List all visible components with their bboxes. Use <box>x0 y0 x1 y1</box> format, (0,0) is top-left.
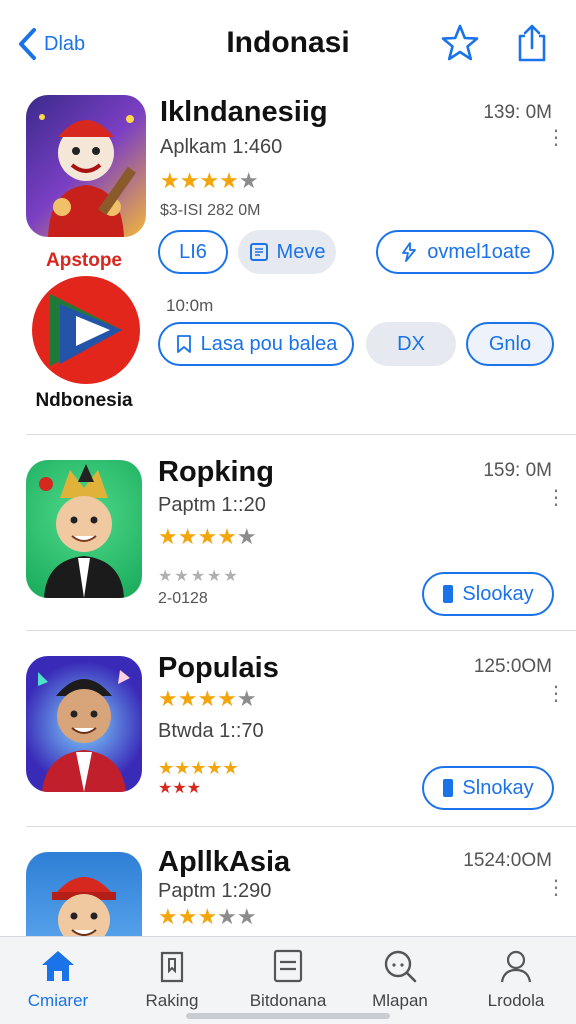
view-button-label: Meve <box>276 240 326 263</box>
brand-top-label: Apstope <box>46 250 122 271</box>
lasa-button-label: Lasa pou balea <box>200 332 338 355</box>
dx-button[interactable]: DX <box>366 322 456 366</box>
app-subtitle: Btwda 1::70 <box>158 720 264 742</box>
featured-app-row[interactable]: Apstope Ndbonesia Iklndanesiig 139: 0M ⋮… <box>0 90 576 436</box>
view-button[interactable]: Meve <box>238 230 336 274</box>
firefighter-character-icon <box>52 877 116 936</box>
app-icon[interactable] <box>26 656 142 792</box>
tab-label: Raking <box>145 991 199 1010</box>
app-icon[interactable] <box>26 95 146 237</box>
bookmark-icon <box>176 335 191 353</box>
secondary-rating-stars: ★★★★★ <box>158 758 239 778</box>
dx-button-label: DX <box>397 332 425 355</box>
star-icon[interactable] <box>440 22 480 64</box>
app-icon[interactable] <box>26 460 142 598</box>
empty-rating-stars: ★★★★★ <box>158 568 240 585</box>
app-row[interactable]: ApllkAsia 1524:0OM ⋮ Paptm 1:290 ★★★★★ <box>0 836 576 936</box>
tertiary-rating-stars: ★★★ <box>158 780 202 797</box>
app-name: ApllkAsia <box>158 846 291 878</box>
tab-label: Cmiarer <box>27 991 89 1010</box>
navigation-header: Dlab Indonasi <box>0 0 576 90</box>
get-button[interactable]: Slookay <box>422 572 554 616</box>
phone-icon <box>443 585 454 603</box>
divider <box>26 630 576 631</box>
king-character-icon <box>39 464 124 598</box>
lightning-icon <box>402 242 417 262</box>
divider <box>26 434 576 435</box>
more-options-icon[interactable]: ⋮ <box>546 878 566 898</box>
rating-stars: ★★★★★ <box>160 168 259 193</box>
get-button-label: Slnokay <box>462 776 534 799</box>
more-options-icon[interactable]: ⋮ <box>546 488 566 508</box>
brand-promo[interactable]: Apstope Ndbonesia <box>24 246 144 414</box>
home-icon <box>42 951 74 981</box>
more-options-icon[interactable]: ⋮ <box>546 684 566 704</box>
tab-label: Bitdonana <box>249 991 327 1010</box>
home-indicator <box>186 1013 390 1019</box>
app-row[interactable]: Ropking 159: 0M ⋮ Paptm 1::20 ★★★★★ ★★★★… <box>0 446 576 632</box>
tab-label: Lrodola <box>487 991 545 1010</box>
divider <box>26 826 576 827</box>
get-button-label: Slookay <box>462 582 534 605</box>
man-character-icon <box>38 670 130 792</box>
app-subtitle: Paptm 1:290 <box>158 880 272 902</box>
download-button[interactable]: ovmel1oate <box>376 230 554 274</box>
share-icon[interactable] <box>512 22 552 64</box>
version-pill-label: LI6 <box>179 240 207 263</box>
app-name: Ropking <box>158 456 274 488</box>
version-pill[interactable]: LI6 <box>158 230 228 274</box>
page-title: Indonasi <box>226 26 350 59</box>
tab-search[interactable]: Mlapan <box>350 947 450 1011</box>
app-icon[interactable] <box>26 852 142 936</box>
lasa-button[interactable]: Lasa pou balea <box>158 322 354 366</box>
tab-home[interactable]: Cmiarer <box>8 947 108 1011</box>
tab-label: Mlapan <box>372 991 428 1010</box>
rating-stars: ★★★★★ <box>158 686 257 711</box>
app-size: 159: 0M <box>483 460 552 481</box>
download-button-label: ovmel1oate <box>427 240 531 263</box>
tab-profile[interactable]: Lrodola <box>466 947 566 1011</box>
more-options-icon[interactable]: ⋮ <box>546 128 566 148</box>
app-size: 1524:0OM <box>463 850 552 871</box>
profile-icon <box>500 950 532 983</box>
time-label: 10:0m <box>166 296 214 315</box>
app-meta: 2-0128 <box>158 590 208 607</box>
tab-categories[interactable]: Bitdonana <box>238 947 338 1011</box>
get-button[interactable]: Slnokay <box>422 766 554 810</box>
clown-character-icon <box>39 114 137 237</box>
app-name: Populais <box>158 652 279 684</box>
bookmark-icon <box>160 951 184 983</box>
app-size: 125:0OM <box>473 656 552 677</box>
app-subtitle: Paptm 1::20 <box>158 494 266 516</box>
rating-stars: ★★★★★ <box>158 904 257 929</box>
gnlo-button-label: Gnlo <box>488 332 532 355</box>
app-subtitle: Aplkam 1:460 <box>160 136 283 158</box>
tab-bar: Cmiarer Raking Bitdonana Mlapan Lrodola <box>0 936 576 1024</box>
document-icon <box>249 243 268 261</box>
brand-bottom-label: Ndbonesia <box>35 390 133 411</box>
gnlo-button[interactable]: Gnlo <box>466 322 554 366</box>
app-size: 139: 0M <box>483 102 552 123</box>
rating-stars: ★★★★★ <box>158 524 257 549</box>
play-logo-icon <box>32 276 140 384</box>
app-row[interactable]: Populais 125:0OM ⋮ ★★★★★ Btwda 1::70 ★★★… <box>0 640 576 826</box>
app-name: Iklndanesiig <box>160 96 328 128</box>
tab-ranking[interactable]: Raking <box>122 947 222 1011</box>
phone-icon <box>443 779 454 797</box>
app-meta: $3-ISI 282 0M <box>160 202 261 219</box>
search-icon <box>384 950 417 983</box>
list-icon <box>273 949 303 983</box>
